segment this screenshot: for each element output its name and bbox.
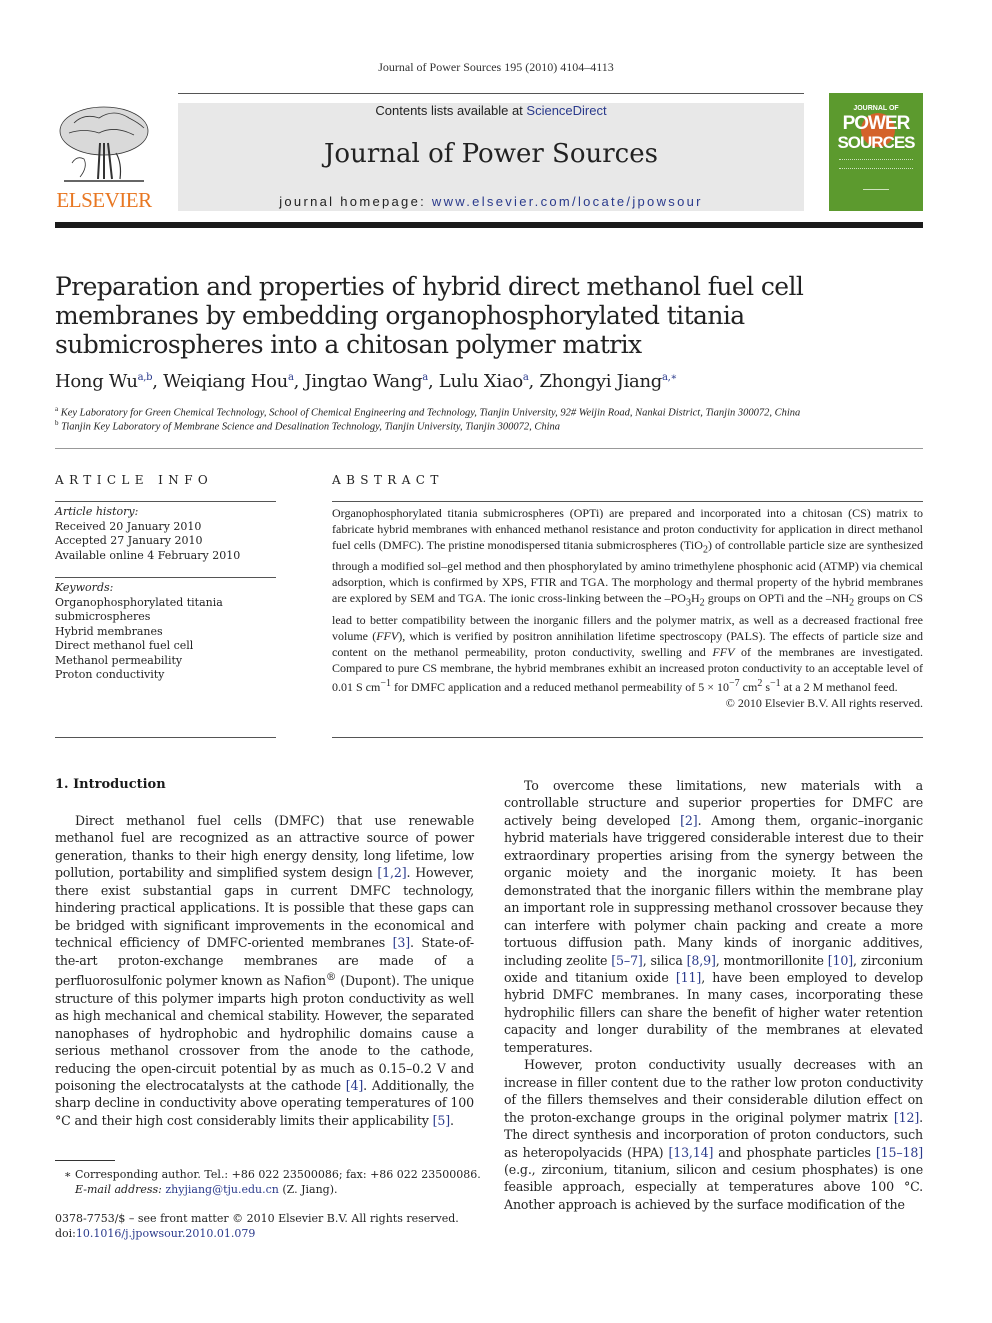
article-info-heading: ARTICLE INFO (55, 473, 214, 487)
header-top-rule (178, 93, 804, 94)
citation-link[interactable]: [15–18] (876, 1145, 923, 1160)
affiliation-text: Key Laboratory for Green Chemical Techno… (60, 407, 801, 419)
email-line: E-mail address: zhyjiang@tju.edu.cn (Z. … (75, 1183, 338, 1196)
sciencedirect-link[interactable]: ScienceDirect (526, 103, 606, 118)
elsevier-wordmark: ELSEVIER (56, 188, 152, 212)
author-affiliation-mark[interactable]: a (422, 372, 428, 383)
author-affiliation-mark[interactable]: a (523, 372, 529, 383)
contents-line: Contents lists available at ScienceDirec… (178, 103, 804, 118)
citation-link[interactable]: [13,14] (668, 1145, 713, 1160)
abstract-rule (332, 501, 923, 502)
author-affiliation-mark[interactable]: a (288, 372, 294, 383)
affiliation-text: Tianjin Key Laboratory of Membrane Scien… (61, 421, 561, 433)
history-received: Received 20 January 2010 (55, 519, 202, 533)
corresponding-author-note: ∗ Corresponding author. Tel.: +86 022 23… (64, 1167, 481, 1197)
abstract-bottom-rule (332, 737, 923, 738)
affiliation-mark: a (55, 405, 59, 413)
homepage-link[interactable]: www.elsevier.com/locate/jpowsour (432, 194, 703, 209)
cover-subtitle-lines (839, 159, 913, 169)
author-name: Weiqiang Hou (163, 371, 288, 392)
elsevier-tree-icon (59, 106, 149, 182)
author-name: Jingtao Wang (304, 371, 423, 392)
keyword-item: Direct methanol fuel cell (55, 639, 194, 652)
cover-publisher-mark (863, 189, 889, 194)
citation-link[interactable]: [5] (433, 1113, 451, 1128)
keyword-item: Hybrid membranes (55, 624, 163, 638)
email-link[interactable]: zhyjiang@tju.edu.cn (165, 1183, 279, 1196)
cover-line-2: POWER (842, 113, 911, 134)
doi-link[interactable]: 10.1016/j.jpowsour.2010.01.079 (76, 1227, 255, 1240)
history-label: Article history: (55, 505, 139, 518)
homepage-prefix: journal homepage: (279, 194, 432, 209)
corresponding-author-text: ∗ Corresponding author. Tel.: +86 022 23… (64, 1168, 481, 1181)
affiliation-rule (55, 448, 923, 449)
body-column-left: Direct methanol fuel cells (DMFC) that u… (55, 812, 474, 1129)
history-accepted: Accepted 27 January 2010 (55, 534, 203, 547)
article-history: Article history: Received 20 January 201… (55, 505, 276, 563)
issn-line: 0378-7753/$ – see front matter © 2010 El… (55, 1212, 459, 1225)
journal-cover-image[interactable]: JOURNAL OF POWER SOURCES (829, 93, 923, 211)
keyword-item: Methanol permeability (55, 653, 183, 667)
keyword-item: Organophosphorylated titania (55, 595, 223, 609)
journal-title: Journal of Power Sources (324, 139, 658, 169)
author-affiliation-mark[interactable]: a,b (138, 372, 153, 383)
contents-prefix: Contents lists available at (375, 103, 527, 118)
author-list: Hong Wua,b, Weiqiang Houa, Jingtao Wanga… (55, 371, 678, 392)
history-online: Available online 4 February 2010 (55, 548, 241, 562)
journal-banner: Contents lists available at ScienceDirec… (178, 103, 804, 211)
affiliation-a: a Key Laboratory for Green Chemical Tech… (55, 405, 800, 419)
citation-link[interactable]: [5–7] (611, 953, 643, 968)
article-info-bottom-rule (55, 737, 276, 738)
introduction-heading: 1. Introduction (55, 777, 166, 792)
citation-link[interactable]: [2] (680, 813, 698, 828)
article-title: Preparation and properties of hybrid dir… (55, 272, 804, 359)
keywords: Keywords: Organophosphorylated titania s… (55, 581, 276, 683)
intro-paragraph-1: Direct methanol fuel cells (DMFC) that u… (55, 813, 474, 1128)
citation-link[interactable]: [4] (346, 1078, 364, 1093)
abstract-copyright: © 2010 Elsevier B.V. All rights reserved… (725, 695, 923, 710)
author-name: Hong Wu (55, 371, 138, 392)
abstract-heading: ABSTRACT (332, 473, 444, 487)
affiliation-mark: b (55, 419, 59, 427)
citation-link[interactable]: [10] (828, 953, 853, 968)
article-info-rule (55, 501, 276, 502)
cover-line-3: SOURCES (837, 133, 915, 152)
keyword-item: Proton conductivity (55, 668, 165, 681)
cover-line-1: JOURNAL OF (853, 105, 899, 112)
intro-paragraph-3: However, proton conductivity usually dec… (504, 1057, 923, 1212)
keywords-rule (55, 577, 276, 578)
author-name: Zhongyi Jiang (539, 371, 662, 392)
keyword-item: submicrospheres (55, 610, 151, 623)
citation-link[interactable]: [8,9] (687, 953, 716, 968)
citation-link[interactable]: [12] (894, 1110, 919, 1125)
citation-link[interactable]: [11] (676, 970, 701, 985)
keywords-label: Keywords: (55, 581, 114, 594)
citation-link[interactable]: [1,2] (377, 865, 406, 880)
doi-line: doi:10.1016/j.jpowsour.2010.01.079 (55, 1227, 256, 1240)
body-column-right: To overcome these limitations, new mater… (504, 777, 923, 1213)
citation-link[interactable]: [3] (393, 935, 411, 950)
front-matter-note: 0378-7753/$ – see front matter © 2010 El… (55, 1211, 459, 1241)
affiliation-b: b Tianjin Key Laboratory of Membrane Sci… (55, 419, 560, 433)
homepage-line: journal homepage: www.elsevier.com/locat… (178, 194, 804, 209)
author-name: Lulu Xiao (438, 371, 523, 392)
elsevier-logo[interactable]: ELSEVIER (54, 103, 154, 213)
author-affiliation-mark[interactable]: a,∗ (662, 372, 677, 383)
header-bottom-rule (55, 222, 923, 228)
abstract-body: Organophosphorylated titania submicrosph… (332, 506, 923, 710)
journal-citation: Journal of Power Sources 195 (2010) 4104… (378, 60, 614, 74)
footnote-rule (55, 1160, 115, 1161)
intro-paragraph-2: To overcome these limitations, new mater… (504, 778, 924, 1055)
